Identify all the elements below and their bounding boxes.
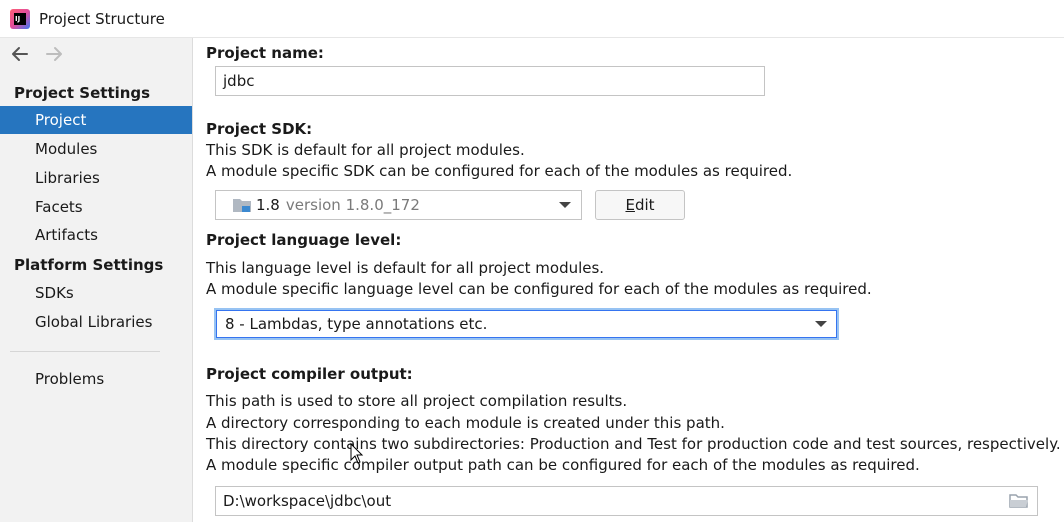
sdk-folder-icon — [233, 199, 251, 212]
section-header-platform-settings: Platform Settings — [14, 256, 164, 274]
sidebar-item-facets[interactable]: Facets — [0, 193, 192, 221]
sdk-version: version 1.8.0_172 — [285, 196, 420, 214]
sidebar-item-artifacts[interactable]: Artifacts — [0, 221, 192, 249]
section-header-project-settings: Project Settings — [14, 84, 151, 102]
sidebar-item-global-libraries[interactable]: Global Libraries — [0, 308, 192, 336]
window-title: Project Structure — [39, 9, 165, 28]
folder-icon[interactable] — [1009, 493, 1029, 509]
project-sdk-label: Project SDK: — [206, 120, 313, 138]
edit-button-label-rest: dit — [634, 196, 655, 214]
sdk-name: 1.8 — [256, 196, 280, 214]
compiler-output-path-input[interactable]: D:\workspace\jdbc\out — [215, 486, 1038, 516]
compiler-output-desc-2: A directory corresponding to each module… — [206, 414, 725, 432]
project-name-input[interactable]: jdbc — [215, 66, 765, 96]
compiler-output-desc-4: A module specific compiler output path c… — [206, 456, 920, 474]
sidebar-divider — [10, 351, 160, 352]
app-icon-text: IJ — [14, 12, 26, 25]
language-level-value: 8 - Lambdas, type annotations etc. — [225, 315, 488, 333]
project-settings-panel: Project name: jdbc Project SDK: This SDK… — [193, 38, 1064, 522]
project-sdk-desc-2: A module specific SDK can be configured … — [206, 162, 793, 180]
title-bar: IJ Project Structure — [0, 0, 1064, 38]
nav-arrows — [10, 42, 64, 66]
arrow-left-icon[interactable] — [10, 44, 30, 64]
sidebar: Project Settings Project Modules Librari… — [0, 38, 193, 522]
sidebar-item-libraries[interactable]: Libraries — [0, 164, 192, 192]
chevron-down-icon — [815, 321, 827, 327]
chevron-down-icon — [559, 202, 571, 208]
language-level-desc-1: This language level is default for all p… — [206, 259, 605, 277]
compiler-output-label: Project compiler output: — [206, 365, 413, 383]
edit-button-mnemonic: E — [625, 196, 635, 214]
language-level-dropdown[interactable]: 8 - Lambdas, type annotations etc. — [214, 308, 839, 340]
arrow-right-icon[interactable] — [44, 44, 64, 64]
sidebar-item-sdks[interactable]: SDKs — [0, 279, 192, 307]
project-sdk-dropdown[interactable]: 1.8 version 1.8.0_172 — [215, 190, 582, 220]
project-name-label: Project name: — [206, 44, 324, 62]
edit-sdk-button[interactable]: Edit — [595, 190, 685, 220]
language-level-label: Project language level: — [206, 231, 402, 249]
sidebar-item-modules[interactable]: Modules — [0, 135, 192, 163]
sidebar-item-problems[interactable]: Problems — [0, 365, 192, 393]
compiler-output-desc-1: This path is used to store all project c… — [206, 392, 628, 410]
project-sdk-desc-1: This SDK is default for all project modu… — [206, 141, 525, 159]
mouse-pointer-icon — [350, 443, 364, 464]
compiler-output-path: D:\workspace\jdbc\out — [223, 492, 392, 510]
intellij-app-icon: IJ — [10, 8, 30, 29]
language-level-desc-2: A module specific language level can be … — [206, 280, 872, 298]
compiler-output-desc-3: This directory contains two subdirectori… — [206, 435, 1061, 453]
sidebar-item-project[interactable]: Project — [0, 106, 192, 134]
